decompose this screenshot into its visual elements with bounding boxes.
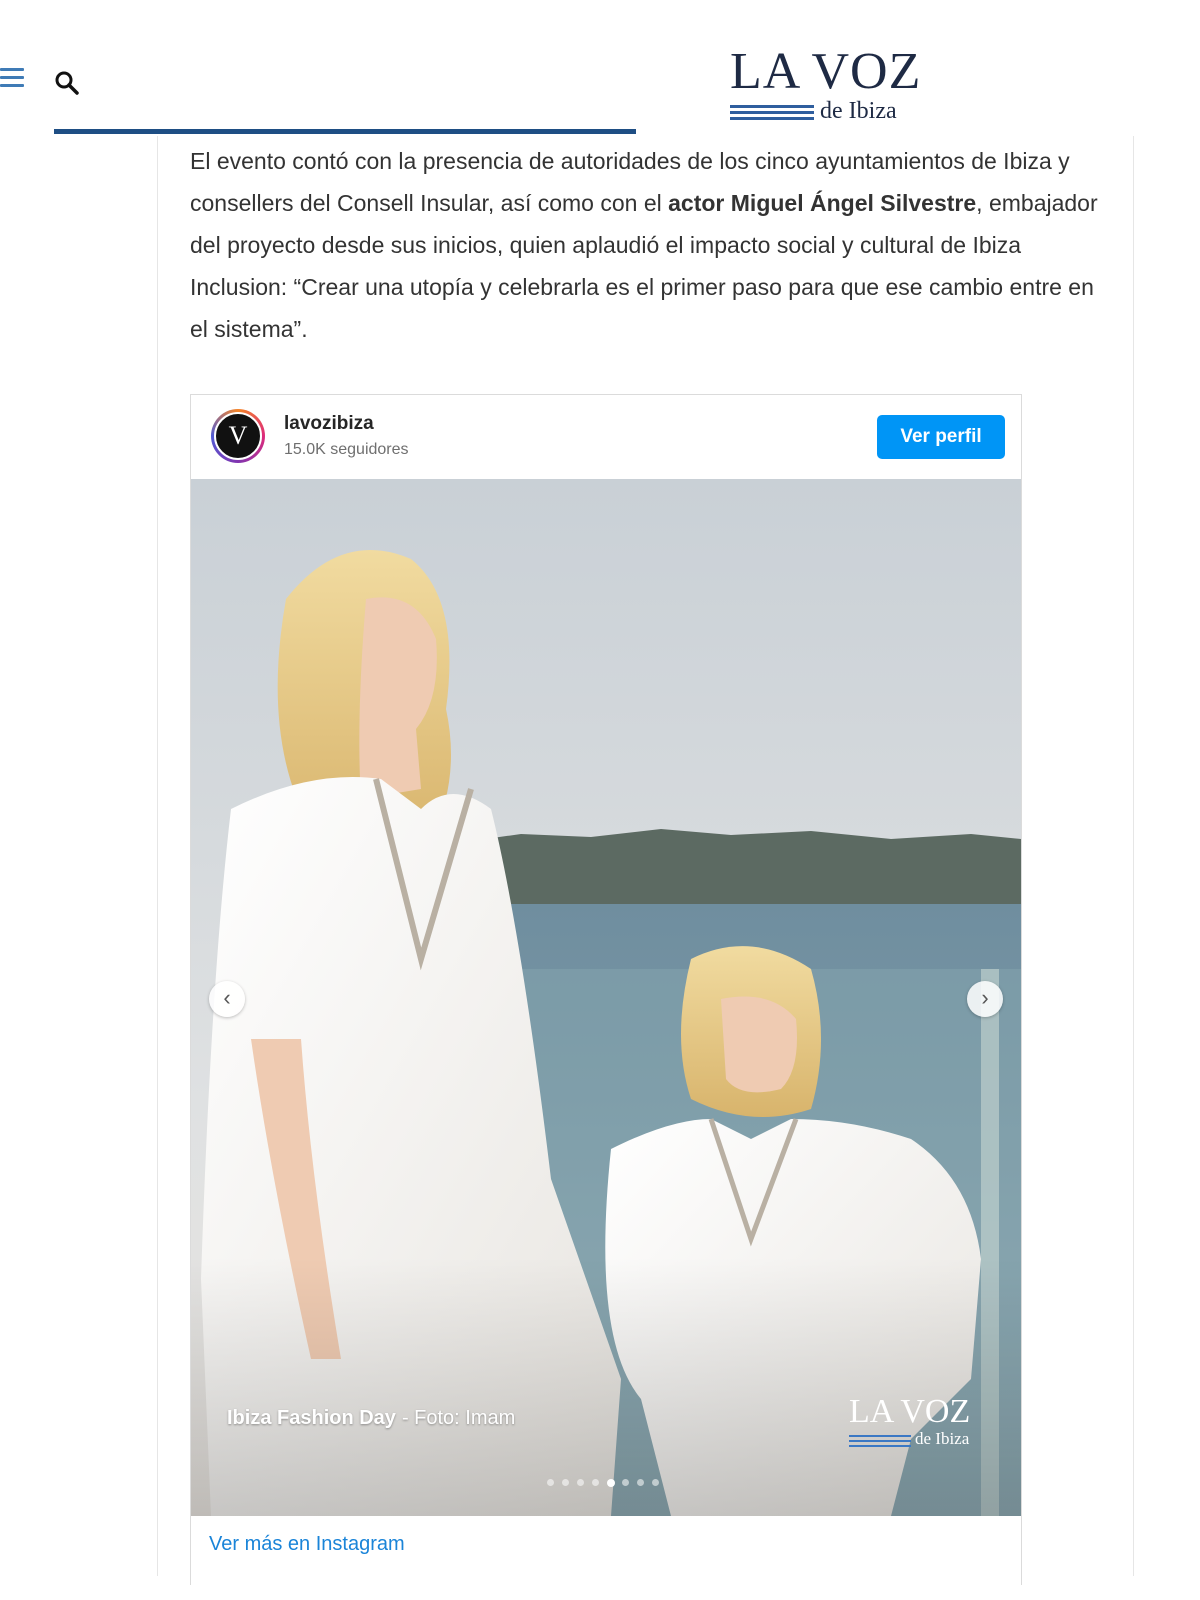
watermark-stripes	[849, 1435, 911, 1447]
carousel-dot	[547, 1479, 554, 1486]
content-border-right	[1133, 136, 1134, 1576]
logo-main-text: LA VOZ	[730, 43, 922, 100]
header-divider	[54, 129, 636, 134]
logo-sub-text: de Ibiza	[820, 98, 897, 124]
view-profile-button[interactable]: Ver perfil	[877, 415, 1005, 459]
logo-stripes	[730, 104, 814, 122]
carousel-dot	[622, 1479, 629, 1486]
watermark-logo: LA VOZ de Ibiza	[849, 1393, 989, 1448]
instagram-header: V lavozibiza 15.0K seguidores Ver perfil	[191, 395, 1021, 479]
photo-caption: Ibiza Fashion Day - Foto: Imam	[227, 1407, 515, 1430]
site-logo[interactable]: LA VOZ de Ibiza	[730, 43, 922, 124]
carousel-dot	[637, 1479, 644, 1486]
content-border-left	[157, 136, 158, 1576]
hamburger-menu-icon[interactable]	[0, 66, 24, 90]
profile-avatar[interactable]: V	[211, 409, 265, 463]
avatar-letter: V	[214, 412, 262, 460]
carousel-prev-arrow-icon[interactable]: ‹	[209, 981, 245, 1017]
paragraph-highlight: actor Miguel Ángel Silvestre	[668, 190, 977, 216]
instagram-embed: V lavozibiza 15.0K seguidores Ver perfil	[190, 394, 1022, 1585]
instagram-username[interactable]: lavozibiza	[284, 413, 374, 435]
carousel-dot	[577, 1479, 584, 1486]
carousel-dot	[592, 1479, 599, 1486]
watermark-main-text: LA VOZ	[849, 1393, 971, 1430]
post-photo[interactable]: ‹ › Ibiza Fashion Day - Foto: Imam LA VOZ…	[191, 479, 1021, 1516]
search-icon[interactable]	[54, 70, 80, 96]
view-more-instagram-link[interactable]: Ver más en Instagram	[209, 1533, 405, 1556]
follower-count: 15.0K seguidores	[284, 441, 409, 458]
carousel-dot	[607, 1479, 615, 1487]
watermark-sub-text: de Ibiza	[915, 1429, 970, 1448]
carousel-dot	[652, 1479, 659, 1486]
caption-credit: - Foto: Imam	[401, 1407, 516, 1429]
caption-title: Ibiza Fashion Day	[227, 1407, 396, 1429]
fashion-photo-illustration	[191, 479, 1021, 1516]
carousel-next-arrow-icon[interactable]: ›	[967, 981, 1003, 1017]
article-paragraph: El evento contó con la presencia de auto…	[190, 140, 1110, 350]
carousel-dot	[562, 1479, 569, 1486]
